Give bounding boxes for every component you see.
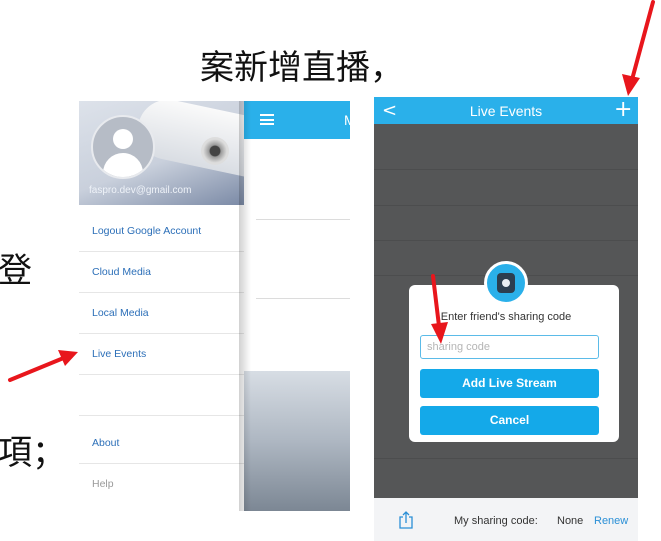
arrow-to-sharing-input xyxy=(431,274,448,344)
